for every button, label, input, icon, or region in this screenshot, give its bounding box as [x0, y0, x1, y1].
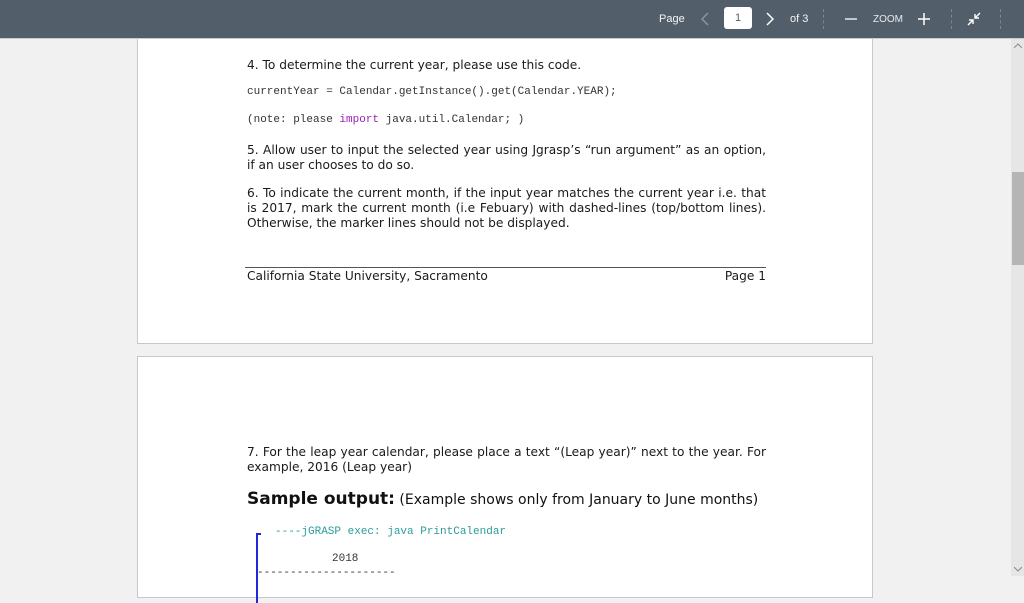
- chevron-left-icon: [701, 12, 709, 26]
- scroll-up-button[interactable]: [1011, 38, 1024, 52]
- zoom-label: ZOOM: [873, 13, 903, 25]
- chevron-down-icon: [1013, 566, 1022, 572]
- scrollbar-thumb[interactable]: [1012, 172, 1024, 265]
- sample-output-heading: Sample output: (Example shows only from …: [247, 489, 759, 509]
- chevron-right-icon: [766, 12, 774, 26]
- item-7-text: 7. For the leap year calendar, please pl…: [247, 445, 766, 474]
- pdf-toolbar: Page of 3 ZOOM: [0, 0, 1024, 39]
- toolbar-separator: [951, 9, 952, 29]
- code-line: currentYear = Calendar.getInstance().get…: [247, 86, 617, 98]
- item-5-text: 5. Allow user to input the selected year…: [247, 143, 766, 172]
- item-4-text: 4. To determine the current year, please…: [247, 58, 582, 72]
- chevron-up-icon: [1013, 42, 1022, 48]
- vertical-scrollbar[interactable]: [1011, 38, 1024, 576]
- item-6-text: 6. To indicate the current month, if the…: [247, 186, 766, 230]
- page-count-label: of 3: [790, 13, 809, 25]
- exit-fullscreen-button[interactable]: [965, 0, 983, 38]
- minus-icon: [845, 18, 857, 20]
- console-dash-line: ---------------------: [257, 567, 396, 579]
- page-number-input[interactable]: [724, 7, 752, 29]
- plus-icon: [918, 13, 930, 25]
- import-note: (note: please import java.util.Calendar;…: [247, 114, 525, 126]
- console-exec-line: ----jGRASP exec: java PrintCalendar: [275, 526, 507, 538]
- zoom-out-button[interactable]: [843, 0, 859, 38]
- collapse-arrows-icon: [967, 12, 981, 26]
- import-keyword: import: [339, 114, 380, 126]
- pdf-page-1: b. If the year is not a century year, th…: [137, 0, 873, 344]
- footer-university: California State University, Sacramento: [247, 269, 488, 283]
- footer-divider: [245, 267, 766, 268]
- previous-page-button[interactable]: [698, 0, 712, 38]
- footer-page-number: Page 1: [724, 269, 766, 283]
- toolbar-separator: [823, 9, 824, 29]
- pdf-page-2: 7. For the leap year calendar, please pl…: [137, 356, 873, 603]
- toolbar-separator: [1000, 9, 1001, 29]
- next-page-button[interactable]: [763, 0, 777, 38]
- page-label: Page: [659, 13, 685, 25]
- zoom-in-button[interactable]: [916, 0, 932, 38]
- console-year-line: 2018: [332, 553, 359, 565]
- scroll-down-button[interactable]: [1011, 562, 1024, 576]
